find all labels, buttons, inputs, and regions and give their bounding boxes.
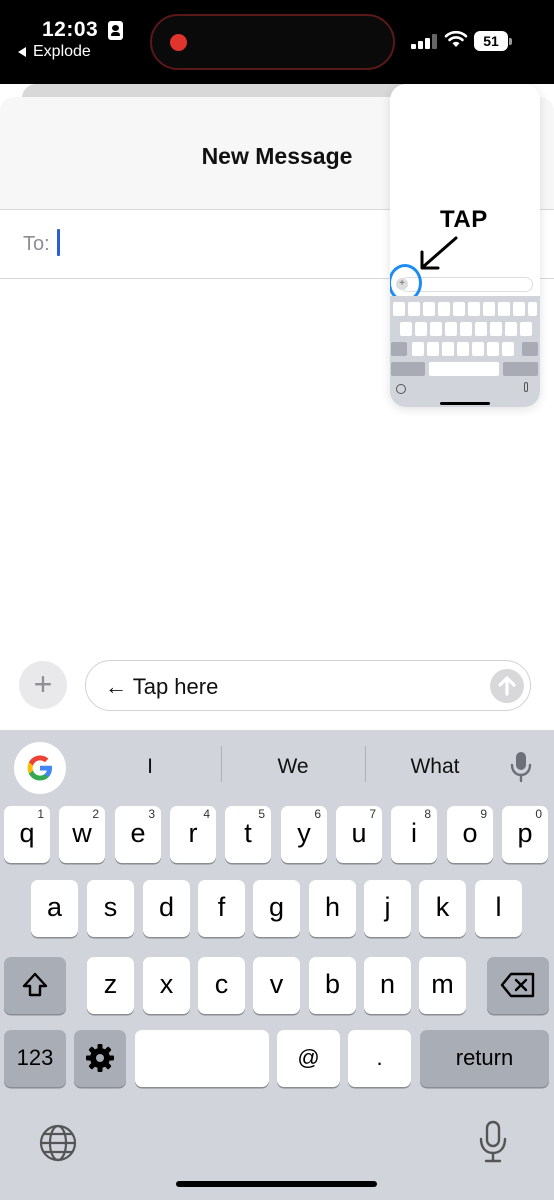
key-s[interactable]: s	[87, 880, 134, 937]
keyboard: I We What q1 w2 e3 r4 t5 y6 u7 i8 o9 p0 …	[0, 730, 554, 1200]
key-a[interactable]: a	[31, 880, 78, 937]
recording-indicator-icon	[170, 34, 187, 51]
google-button[interactable]	[14, 742, 66, 794]
key-p[interactable]: p0	[502, 806, 548, 863]
key-letter: w	[72, 818, 92, 848]
key-letter: u	[351, 818, 367, 848]
space-key[interactable]	[135, 1030, 269, 1087]
back-triangle-icon	[18, 47, 26, 57]
suggestion-3[interactable]: What	[385, 750, 485, 784]
key-l[interactable]: l	[475, 880, 522, 937]
contact-card-icon	[108, 21, 123, 40]
suggestion-divider	[221, 746, 222, 782]
key-j[interactable]: j	[364, 880, 411, 937]
key-u[interactable]: u7	[336, 806, 382, 863]
send-button[interactable]	[490, 669, 524, 703]
tap-annotation: TAP	[440, 206, 488, 233]
key-number-hint: 9	[480, 807, 487, 821]
shift-key[interactable]	[4, 957, 66, 1014]
key-letter: q	[19, 818, 35, 848]
key-number-hint: 6	[314, 807, 321, 821]
key-w[interactable]: w2	[59, 806, 105, 863]
key-number-hint: 1	[37, 807, 44, 821]
key-m[interactable]: m	[419, 957, 466, 1014]
at-key[interactable]: @	[277, 1030, 340, 1087]
key-q[interactable]: q1	[4, 806, 50, 863]
key-letter: p	[517, 818, 533, 848]
message-input[interactable]: ← Tap here	[85, 660, 531, 711]
inset-keyboard	[390, 296, 540, 407]
arrow-up-icon	[498, 676, 516, 696]
key-b[interactable]: b	[309, 957, 356, 1014]
key-letter: o	[462, 818, 478, 848]
key-f[interactable]: f	[198, 880, 245, 937]
numbers-key[interactable]: 123	[4, 1030, 66, 1087]
battery-icon: 51	[474, 31, 512, 51]
key-number-hint: 3	[148, 807, 155, 821]
cellular-signal-icon	[411, 34, 437, 49]
key-number-hint: 8	[424, 807, 431, 821]
key-k[interactable]: k	[419, 880, 466, 937]
voice-input-icon[interactable]	[507, 750, 535, 784]
globe-icon[interactable]	[38, 1123, 78, 1163]
key-t[interactable]: t5	[225, 806, 271, 863]
status-time: 12:03	[42, 18, 99, 41]
key-e[interactable]: e3	[115, 806, 161, 863]
key-c[interactable]: c	[198, 957, 245, 1014]
settings-key[interactable]	[74, 1030, 126, 1087]
key-number-hint: 4	[203, 807, 210, 821]
add-attachment-button[interactable]: +	[19, 661, 67, 709]
back-app-label: Explode	[33, 43, 91, 60]
key-number-hint: 7	[369, 807, 376, 821]
google-logo-icon	[27, 755, 52, 781]
key-letter: t	[244, 818, 252, 848]
tutorial-overlay-image: TAP +	[390, 84, 540, 407]
suggestion-1[interactable]: I	[100, 750, 200, 784]
suggestion-divider	[365, 746, 366, 782]
inset-home-indicator	[440, 402, 490, 405]
key-number-hint: 0	[535, 807, 542, 821]
return-key[interactable]: return	[420, 1030, 549, 1087]
key-i[interactable]: i8	[391, 806, 437, 863]
backspace-icon	[500, 972, 535, 998]
key-g[interactable]: g	[253, 880, 300, 937]
back-to-app-link[interactable]: Explode	[18, 43, 91, 61]
dictation-icon[interactable]	[478, 1120, 508, 1164]
key-h[interactable]: h	[309, 880, 356, 937]
key-number-hint: 5	[258, 807, 265, 821]
key-number-hint: 2	[92, 807, 99, 821]
shift-icon	[22, 972, 48, 997]
suggestion-2[interactable]: We	[243, 750, 343, 784]
to-label: To:	[23, 233, 50, 255]
gear-icon	[86, 1044, 114, 1072]
arrow-pointer-icon	[420, 236, 458, 270]
key-z[interactable]: z	[87, 957, 134, 1014]
key-v[interactable]: v	[253, 957, 300, 1014]
dynamic-island[interactable]	[150, 14, 395, 70]
key-n[interactable]: n	[364, 957, 411, 1014]
key-letter: e	[130, 818, 146, 848]
key-letter: r	[188, 818, 198, 848]
message-text: ← Tap here	[105, 674, 219, 699]
period-key[interactable]: .	[348, 1030, 411, 1087]
key-letter: y	[297, 818, 311, 848]
home-indicator[interactable]	[176, 1181, 377, 1187]
key-y[interactable]: y6	[281, 806, 327, 863]
wifi-icon	[444, 30, 468, 47]
key-o[interactable]: o9	[447, 806, 493, 863]
key-letter: i	[411, 818, 417, 848]
delete-key[interactable]	[487, 957, 549, 1014]
key-x[interactable]: x	[143, 957, 190, 1014]
status-bar: 12:03 Explode 51	[0, 0, 554, 84]
text-cursor	[57, 229, 60, 256]
key-r[interactable]: r4	[170, 806, 216, 863]
key-d[interactable]: d	[143, 880, 190, 937]
